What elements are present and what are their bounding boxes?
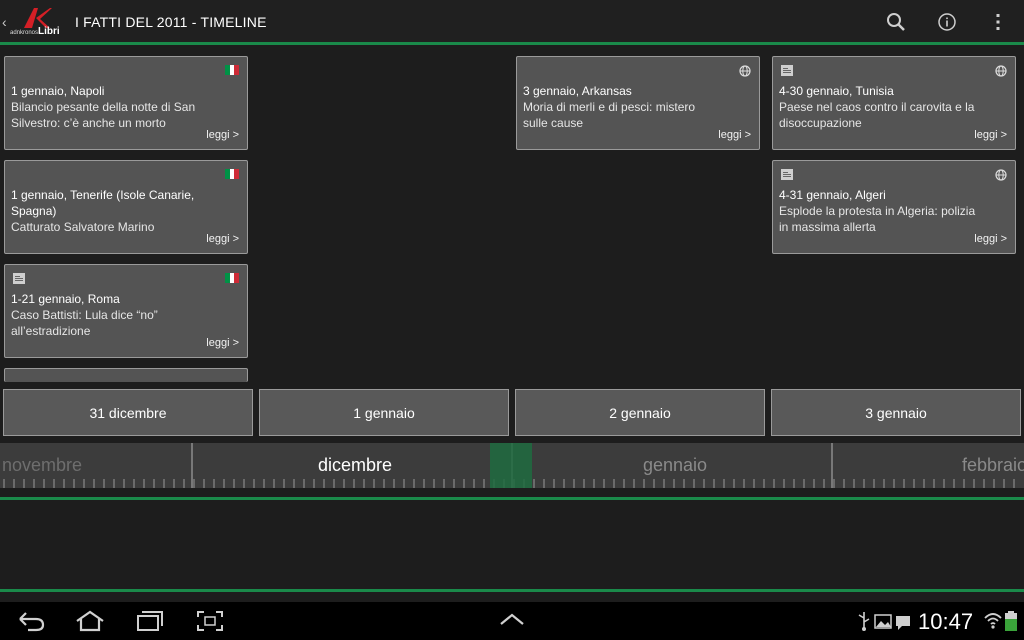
read-more-link[interactable]: leggi > bbox=[206, 337, 239, 349]
app-logo[interactable]: adnkronosLibri bbox=[10, 8, 68, 37]
month-label-febbraio: febbraio bbox=[962, 455, 1024, 475]
event-card[interactable]: 4-30 gennaio, Tunisia Paese nel caos con… bbox=[772, 56, 1016, 150]
month-label-gennaio: gennaio bbox=[643, 455, 708, 475]
battery-icon bbox=[1005, 611, 1017, 631]
read-more-link[interactable]: leggi > bbox=[206, 129, 239, 141]
month-label-novembre: novembre bbox=[2, 455, 83, 475]
page-title: I FATTI DEL 2011 - TIMELINE bbox=[75, 14, 267, 30]
timeline-divider bbox=[0, 497, 1024, 500]
wifi-icon bbox=[984, 613, 1002, 629]
event-desc-line: disoccupazione bbox=[779, 116, 862, 130]
actionbar-divider bbox=[0, 42, 1024, 45]
event-desc-line: Moria di merli e di pesci: mistero bbox=[523, 100, 696, 114]
chevron-up-icon[interactable] bbox=[498, 610, 526, 630]
timeline-selector[interactable] bbox=[490, 443, 532, 488]
gallery-icon bbox=[874, 614, 892, 629]
date-tab-31-dicembre[interactable]: 31 dicembre bbox=[3, 389, 253, 436]
document-icon bbox=[781, 65, 793, 76]
event-card[interactable]: 4-31 gennaio, Algeri Esplode la protesta… bbox=[772, 160, 1016, 254]
event-desc-line: in massima allerta bbox=[779, 220, 876, 234]
month-label-dicembre: dicembre bbox=[318, 455, 393, 475]
read-more-link[interactable]: leggi > bbox=[974, 129, 1007, 141]
event-card[interactable]: 1 gennaio, Napoli Bilancio pesante della… bbox=[4, 56, 248, 150]
system-nav-bar: 10:47 bbox=[0, 602, 1024, 640]
event-desc-line: Esplode la protesta in Algeria: polizia bbox=[779, 204, 976, 218]
adnkronos-logo-mark bbox=[24, 8, 52, 28]
globe-icon bbox=[739, 65, 751, 77]
up-caret-icon[interactable]: ‹ bbox=[2, 14, 7, 30]
timeline-ruler[interactable]: novembre dicembre gennaio febbraio bbox=[0, 443, 1024, 488]
event-desc-line: Bilancio pesante della notte di San bbox=[11, 100, 196, 114]
italy-flag-icon bbox=[225, 273, 240, 283]
document-icon bbox=[13, 273, 25, 284]
search-icon[interactable] bbox=[884, 10, 908, 34]
event-place-line2: Spagna) bbox=[11, 204, 57, 218]
date-tab-2-gennaio[interactable]: 2 gennaio bbox=[515, 389, 765, 436]
event-desc-line: Caso Battisti: Lula dice “no” bbox=[11, 308, 158, 322]
globe-icon bbox=[995, 65, 1007, 77]
usb-icon bbox=[858, 612, 870, 631]
event-desc-line: Silvestro: c’è anche un morto bbox=[11, 116, 166, 130]
date-tab-3-gennaio[interactable]: 3 gennaio bbox=[771, 389, 1021, 436]
document-icon bbox=[781, 169, 793, 180]
bottom-divider bbox=[0, 589, 1024, 592]
overflow-menu-icon[interactable] bbox=[986, 10, 1010, 34]
event-card[interactable]: 1 gennaio, Tenerife (Isole Canarie, Spag… bbox=[4, 160, 248, 254]
read-more-link[interactable]: leggi > bbox=[206, 233, 239, 245]
date-tab-1-gennaio[interactable]: 1 gennaio bbox=[259, 389, 509, 436]
event-card[interactable]: 1-21 gennaio, Roma Caso Battisti: Lula d… bbox=[4, 264, 248, 358]
event-desc-line: Catturato Salvatore Marino bbox=[11, 220, 155, 234]
event-place: 4-30 gennaio, Tunisia bbox=[779, 84, 894, 98]
event-desc-line: all’estradizione bbox=[11, 324, 91, 338]
event-card[interactable]: 3 gennaio, Arkansas Moria di merli e di … bbox=[516, 56, 760, 150]
action-bar: ‹ adnkronosLibri I FATTI DEL 2011 - TIME… bbox=[0, 0, 1024, 45]
info-icon[interactable] bbox=[935, 10, 959, 34]
home-icon[interactable] bbox=[74, 610, 106, 632]
event-desc-line: Paese nel caos contro il carovita e la bbox=[779, 100, 975, 114]
recent-apps-icon[interactable] bbox=[136, 610, 164, 632]
event-place: 1 gennaio, Tenerife (Isole Canarie, bbox=[11, 188, 195, 202]
event-place: 4-31 gennaio, Algeri bbox=[779, 188, 886, 202]
message-icon bbox=[896, 616, 910, 630]
logo-text: adnkronosLibri bbox=[10, 26, 60, 37]
screenshot-icon[interactable] bbox=[196, 610, 224, 632]
globe-icon bbox=[995, 169, 1007, 181]
clock: 10:47 bbox=[918, 609, 974, 634]
read-more-link[interactable]: leggi > bbox=[718, 129, 751, 141]
read-more-link[interactable]: leggi > bbox=[974, 233, 1007, 245]
event-place: 3 gennaio, Arkansas bbox=[523, 84, 632, 98]
italy-flag-icon bbox=[225, 65, 240, 75]
event-place: 1-21 gennaio, Roma bbox=[11, 292, 120, 306]
back-icon[interactable] bbox=[16, 610, 46, 632]
event-card-partial[interactable] bbox=[4, 368, 248, 382]
event-desc-line: sulle cause bbox=[523, 116, 584, 130]
italy-flag-icon bbox=[225, 169, 240, 179]
event-place: 1 gennaio, Napoli bbox=[11, 84, 105, 98]
